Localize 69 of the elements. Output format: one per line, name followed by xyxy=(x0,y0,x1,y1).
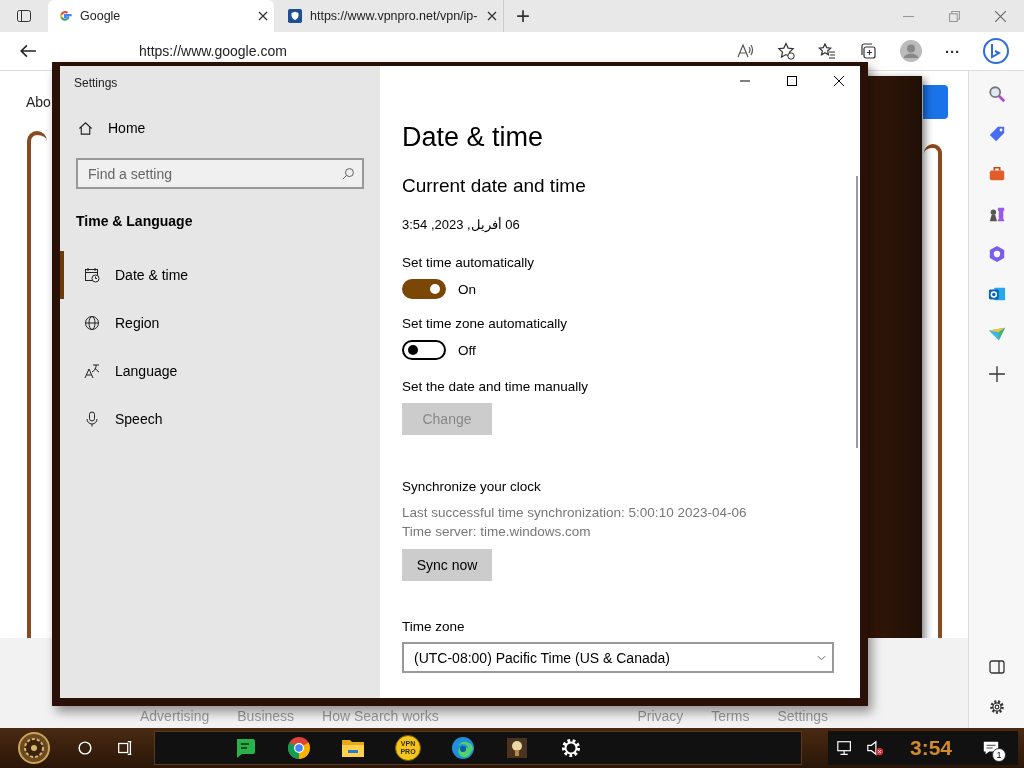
sync-info: Last successful time synchronization: 5:00:10 2023-04-06 xyxy=(402,505,747,520)
microphone-icon xyxy=(84,411,100,427)
collections-icon[interactable] xyxy=(859,42,877,60)
setting-label: Time zone xyxy=(402,619,465,634)
volume-muted-icon[interactable] xyxy=(866,739,884,757)
search-field[interactable]: Find a setting xyxy=(76,158,364,189)
page-text: Abo xyxy=(26,94,51,110)
new-tab-button[interactable]: + xyxy=(516,4,530,28)
back-icon[interactable] xyxy=(19,42,37,60)
shield-icon xyxy=(288,9,302,23)
section-heading: Current date and time xyxy=(402,175,586,197)
time-zone-dropdown[interactable]: (UTC-08:00) Pacific Time (US & Canada) xyxy=(402,642,834,673)
favorites-icon[interactable] xyxy=(818,42,836,60)
search-icon xyxy=(342,167,355,180)
toggle-state: On xyxy=(458,281,476,297)
search-icon[interactable] xyxy=(987,85,1006,103)
section-title: Synchronize your clock xyxy=(402,479,541,494)
close-icon[interactable] xyxy=(258,11,268,21)
close-icon[interactable] xyxy=(834,76,844,86)
browser-tab[interactable]: Google xyxy=(48,0,274,32)
sync-info: Time server: time.windows.com xyxy=(402,524,591,539)
home-icon xyxy=(78,120,93,136)
more-button[interactable]: ··· xyxy=(945,42,960,60)
setting-label: Set time automatically xyxy=(402,255,535,270)
settings-icon[interactable] xyxy=(987,698,1006,716)
g-logo-icon xyxy=(58,9,72,23)
calendar-clock-icon xyxy=(84,267,100,283)
settings-icon[interactable] xyxy=(559,736,583,760)
bing-icon[interactable] xyxy=(982,37,1010,65)
setting-label: Set time zone automatically xyxy=(402,316,568,331)
task-view-icon[interactable] xyxy=(116,739,134,757)
nav-item[interactable]: Language xyxy=(60,347,380,395)
network-icon[interactable] xyxy=(836,739,854,757)
chrome-icon[interactable] xyxy=(287,736,311,760)
taskbar-clock[interactable]: 3:54 xyxy=(910,736,953,760)
tab-actions-icon[interactable] xyxy=(16,8,32,24)
notification-count: 1 xyxy=(992,748,1007,762)
add-favorite-icon[interactable] xyxy=(777,42,795,60)
setting-label: Set the date and time manually xyxy=(402,379,589,394)
toggle-switch[interactable] xyxy=(402,279,446,299)
edge-icon[interactable] xyxy=(451,736,475,760)
maximize-icon[interactable] xyxy=(787,76,797,86)
sync-now-button[interactable]: Sync now xyxy=(402,549,492,581)
nav-item[interactable]: Speech xyxy=(60,395,380,443)
globe-icon xyxy=(84,315,100,331)
section-title: Time & Language xyxy=(76,213,194,229)
current-date-time: 06 أفريل, 2023, 3:54 xyxy=(402,217,520,232)
toggle-switch[interactable] xyxy=(402,340,446,360)
profile-icon[interactable] xyxy=(900,40,922,62)
sidebar-toggle-icon[interactable] xyxy=(987,658,1006,676)
home-link[interactable]: Home xyxy=(78,120,380,136)
close-icon[interactable] xyxy=(487,11,497,21)
chess-pieces-icon[interactable] xyxy=(987,205,1006,223)
briefcase-icon[interactable] xyxy=(987,165,1006,183)
add-icon[interactable] xyxy=(987,365,1006,383)
address-field[interactable]: https://www.google.com xyxy=(139,43,287,59)
scrollbar[interactable] xyxy=(856,176,858,448)
nav-item[interactable]: Date & time xyxy=(60,251,380,299)
search-circle-icon[interactable] xyxy=(76,739,94,757)
read-aloud-icon[interactable] xyxy=(736,42,754,60)
language-icon xyxy=(84,363,100,379)
chevron-down-icon xyxy=(817,654,826,661)
lamp-app-icon[interactable] xyxy=(505,736,529,760)
mail-icon[interactable] xyxy=(987,285,1006,303)
window-title: Settings xyxy=(74,76,119,90)
toggle-state: Off xyxy=(458,342,476,358)
tag-icon[interactable] xyxy=(987,125,1006,143)
nav-item[interactable]: Region xyxy=(60,299,380,347)
page-heading: Date & time xyxy=(402,122,544,153)
